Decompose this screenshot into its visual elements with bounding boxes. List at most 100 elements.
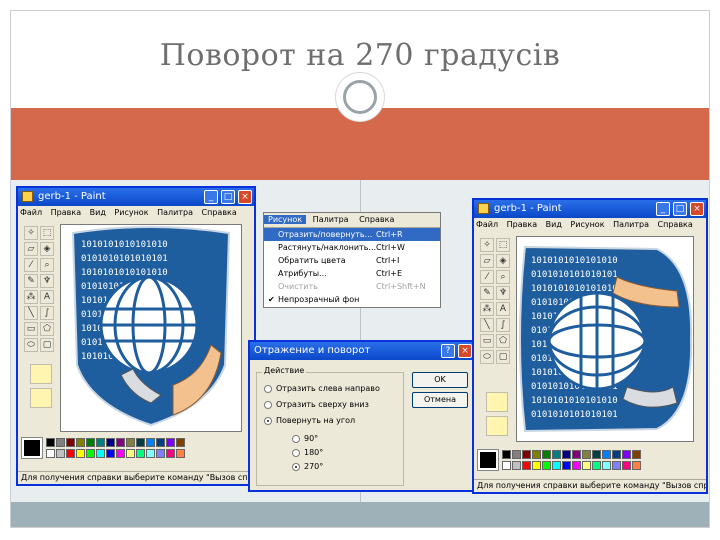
palette-swatch[interactable] [146, 438, 155, 447]
window-titlebar[interactable]: gerb-1 - Paint _ □ × [474, 200, 706, 218]
palette-swatch[interactable] [146, 449, 155, 458]
palette-swatch[interactable] [136, 438, 145, 447]
palette-swatch[interactable] [512, 461, 521, 470]
window-titlebar[interactable]: gerb-1 - Paint _ □ × [18, 188, 254, 206]
menu-image-active[interactable]: Рисунок [264, 215, 307, 224]
transparent-option-icon[interactable] [486, 416, 508, 436]
radio-flip-horizontal[interactable]: Отразить слева направо [264, 384, 380, 393]
polygon-tool-icon[interactable]: ⬠ [40, 322, 54, 336]
radio-angle-180[interactable]: 180° [292, 448, 323, 457]
palette-swatch[interactable] [116, 438, 125, 447]
radio-angle-270[interactable]: 270° [292, 462, 323, 471]
palette-swatch[interactable] [622, 450, 631, 459]
palette-swatch[interactable] [106, 438, 115, 447]
palette-swatch[interactable] [512, 450, 521, 459]
palette-swatch[interactable] [532, 450, 541, 459]
rounded-rect-tool-icon[interactable]: ▢ [40, 338, 54, 352]
palette-swatch[interactable] [176, 449, 185, 458]
ellipse-tool-icon[interactable]: ⬭ [480, 350, 494, 364]
close-button[interactable]: × [238, 190, 252, 204]
palette-swatch[interactable] [552, 450, 561, 459]
palette-swatch[interactable] [562, 450, 571, 459]
palette-swatch[interactable] [86, 438, 95, 447]
magnifier-tool-icon[interactable]: ⌕ [40, 258, 54, 272]
palette-swatch[interactable] [502, 461, 511, 470]
airbrush-tool-icon[interactable]: ⁂ [24, 290, 38, 304]
palette-swatch[interactable] [532, 461, 541, 470]
palette-swatch[interactable] [46, 438, 55, 447]
radio-angle-90[interactable]: 90° [292, 434, 318, 443]
palette-swatch[interactable] [56, 438, 65, 447]
minimize-button[interactable]: _ [656, 202, 670, 216]
menu-edit[interactable]: Правка [507, 220, 537, 229]
palette-swatch[interactable] [592, 461, 601, 470]
line-tool-icon[interactable]: ╲ [24, 306, 38, 320]
polygon-tool-icon[interactable]: ⬠ [496, 334, 510, 348]
help-button[interactable]: ? [441, 344, 455, 358]
menu-view[interactable]: Вид [90, 208, 106, 217]
palette-swatch[interactable] [126, 438, 135, 447]
palette-swatch[interactable] [632, 461, 641, 470]
palette-swatch[interactable] [522, 461, 531, 470]
rect-select-tool-icon[interactable]: ⬚ [40, 226, 54, 240]
palette-swatch[interactable] [622, 461, 631, 470]
transparent-option-icon[interactable] [30, 388, 52, 408]
brush-tool-icon[interactable]: ♆ [496, 286, 510, 300]
palette-swatch[interactable] [602, 450, 611, 459]
palette-swatch[interactable] [66, 449, 75, 458]
menu-item-opaque-bg[interactable]: ✔ Непрозрачный фон [264, 293, 440, 306]
current-colors-icon[interactable] [21, 437, 43, 459]
opaque-option-icon[interactable] [486, 392, 508, 412]
current-colors-icon[interactable] [477, 449, 499, 471]
opaque-option-icon[interactable] [30, 364, 52, 384]
menu-colors[interactable]: Палитра [313, 215, 349, 224]
rounded-rect-tool-icon[interactable]: ▢ [496, 350, 510, 364]
magnifier-tool-icon[interactable]: ⌕ [496, 270, 510, 284]
palette-swatch[interactable] [542, 450, 551, 459]
palette-swatch[interactable] [86, 449, 95, 458]
eraser-tool-icon[interactable]: ▱ [480, 254, 494, 268]
radio-flip-vertical[interactable]: Отразить сверху вниз [264, 400, 369, 409]
palette-swatch[interactable] [136, 449, 145, 458]
picker-tool-icon[interactable]: ⁄ [24, 258, 38, 272]
pencil-tool-icon[interactable]: ✎ [24, 274, 38, 288]
maximize-button[interactable]: □ [673, 202, 687, 216]
palette-swatch[interactable] [76, 449, 85, 458]
palette-swatch[interactable] [56, 449, 65, 458]
palette-swatch[interactable] [522, 450, 531, 459]
dialog-titlebar[interactable]: Отражение и поворот ? × [250, 342, 474, 360]
ok-button[interactable]: OK [412, 372, 468, 388]
menu-colors[interactable]: Палитра [157, 208, 193, 217]
menu-item-stretch-skew[interactable]: Растянуть/наклонить... Ctrl+W [264, 241, 440, 254]
maximize-button[interactable]: □ [221, 190, 235, 204]
palette-swatch[interactable] [116, 449, 125, 458]
palette-swatch[interactable] [572, 461, 581, 470]
palette-swatch[interactable] [582, 461, 591, 470]
palette-swatch[interactable] [96, 438, 105, 447]
menu-item-attributes[interactable]: Атрибуты... Ctrl+E [264, 267, 440, 280]
text-tool-icon[interactable]: A [496, 302, 510, 316]
free-select-tool-icon[interactable]: ✧ [480, 238, 494, 252]
menu-file[interactable]: Файл [476, 220, 498, 229]
picker-tool-icon[interactable]: ⁄ [480, 270, 494, 284]
free-select-tool-icon[interactable]: ✧ [24, 226, 38, 240]
palette-swatch[interactable] [602, 461, 611, 470]
menu-item-invert-colors[interactable]: Обратить цвета Ctrl+I [264, 254, 440, 267]
menu-edit[interactable]: Правка [51, 208, 81, 217]
palette-swatch[interactable] [76, 438, 85, 447]
curve-tool-icon[interactable]: ∫ [496, 318, 510, 332]
palette-swatch[interactable] [96, 449, 105, 458]
palette-swatch[interactable] [156, 438, 165, 447]
palette-swatch[interactable] [66, 438, 75, 447]
palette-swatch[interactable] [582, 450, 591, 459]
curve-tool-icon[interactable]: ∫ [40, 306, 54, 320]
palette-swatch[interactable] [106, 449, 115, 458]
menu-view[interactable]: Вид [546, 220, 562, 229]
dialog-close-button[interactable]: × [458, 344, 472, 358]
palette-swatch[interactable] [612, 450, 621, 459]
palette-swatch[interactable] [166, 438, 175, 447]
menu-help[interactable]: Справка [658, 220, 693, 229]
cancel-button[interactable]: Отмена [412, 392, 468, 408]
fill-tool-icon[interactable]: ◈ [40, 242, 54, 256]
menu-colors[interactable]: Палитра [613, 220, 649, 229]
